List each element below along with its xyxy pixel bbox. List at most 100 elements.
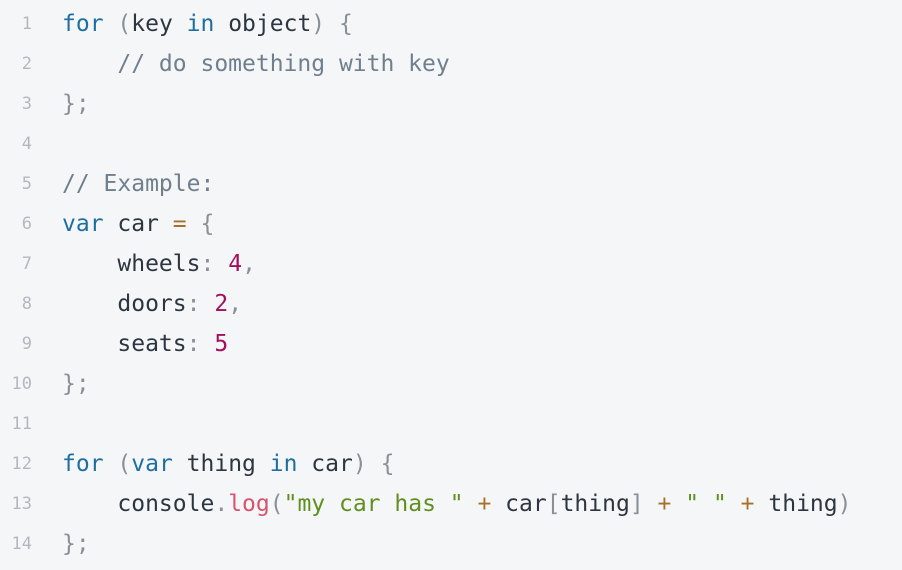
code-line[interactable]: 7 wheels: 4, [0, 244, 902, 284]
code-token: doors [62, 291, 187, 317]
code-text: }; [62, 524, 90, 564]
code-text: // Example: [62, 164, 214, 204]
code-text: // do something with key [62, 44, 450, 84]
code-token: ) [837, 491, 852, 517]
code-token: }; [62, 371, 90, 397]
code-editor[interactable]: 1 for (key in object) {2 // do something … [0, 0, 902, 570]
line-number: 7 [21, 254, 32, 274]
code-token: car [103, 211, 173, 237]
code-token: log [228, 491, 270, 517]
code-token: var [131, 451, 173, 477]
code-line[interactable]: 10}; [0, 364, 902, 404]
code-token: [ [546, 491, 561, 517]
code-line[interactable]: 4 [0, 124, 902, 164]
code-token: ] [629, 491, 644, 517]
code-token: { [380, 451, 395, 477]
code-text: var car = { [62, 204, 214, 244]
code-line[interactable]: 2 // do something with key [0, 44, 902, 84]
code-token: car [297, 451, 353, 477]
code-token: + [477, 491, 492, 517]
code-token: " " [685, 491, 727, 517]
code-text: }; [62, 364, 90, 404]
code-text: }; [62, 84, 90, 124]
code-token: object [214, 11, 312, 37]
code-token: 4 [228, 251, 243, 277]
code-token: in [269, 451, 298, 477]
code-token: }; [62, 91, 90, 117]
code-token: thing [754, 491, 838, 517]
line-number: 1 [21, 14, 32, 34]
code-line[interactable]: 13 console.log("my car has " + car[thing… [0, 484, 902, 524]
code-text: for (key in object) { [62, 4, 353, 44]
code-token: . [214, 491, 229, 517]
code-token: : [200, 251, 215, 277]
line-number: 10 [11, 374, 32, 394]
code-token: console [62, 491, 215, 517]
code-token: "my car has " [283, 491, 464, 517]
code-line[interactable]: 11 [0, 404, 902, 444]
code-token: { [200, 211, 215, 237]
code-token: // Example: [62, 171, 215, 197]
line-number: 2 [21, 54, 32, 74]
code-token: = [172, 211, 187, 237]
code-line[interactable]: 6 var car = { [0, 204, 902, 244]
line-number: 14 [11, 534, 32, 554]
line-number: 5 [21, 174, 32, 194]
code-text: wheels: 4, [62, 244, 256, 284]
code-token: ) [352, 451, 367, 477]
line-number: 3 [21, 94, 32, 114]
code-line[interactable]: 8 doors: 2, [0, 284, 902, 324]
line-number: 11 [11, 414, 32, 434]
code-token: wheels [62, 251, 201, 277]
code-text: for (var thing in car) { [62, 444, 394, 484]
code-token: ) [311, 11, 326, 37]
code-token: , [242, 251, 256, 277]
code-token: car [491, 491, 547, 517]
code-token: thing [172, 451, 270, 477]
line-number: 8 [21, 294, 32, 314]
code-token: 2 [214, 291, 229, 317]
code-token: , [228, 291, 243, 317]
line-number: 9 [21, 334, 32, 354]
code-token: ( [117, 11, 132, 37]
line-number: 4 [21, 134, 32, 154]
code-token: 5 [214, 331, 229, 357]
code-line[interactable]: 12 for (var thing in car) { [0, 444, 902, 484]
code-token: // do something with key [117, 51, 450, 77]
code-token: key [131, 11, 187, 37]
code-token: : [186, 331, 201, 357]
line-number: 12 [11, 454, 32, 474]
code-line[interactable]: 1 for (key in object) { [0, 4, 902, 44]
code-token: }; [62, 531, 90, 557]
code-token: + [740, 491, 755, 517]
code-line[interactable]: 5 // Example: [0, 164, 902, 204]
code-line[interactable]: 3}; [0, 84, 902, 124]
code-token: : [186, 291, 201, 317]
code-token: for [62, 451, 104, 477]
code-token: in [186, 11, 215, 37]
code-line[interactable]: 14}; [0, 524, 902, 564]
code-token: ( [269, 491, 284, 517]
code-token: { [339, 11, 353, 37]
code-token: var [62, 211, 104, 237]
code-text: doors: 2, [62, 284, 242, 324]
code-token: + [657, 491, 672, 517]
line-number: 6 [21, 214, 32, 234]
code-text: seats: 5 [62, 324, 228, 364]
code-token: seats [62, 331, 187, 357]
code-line[interactable]: 9 seats: 5 [0, 324, 902, 364]
code-token: ( [117, 451, 132, 477]
code-token: for [62, 11, 104, 37]
